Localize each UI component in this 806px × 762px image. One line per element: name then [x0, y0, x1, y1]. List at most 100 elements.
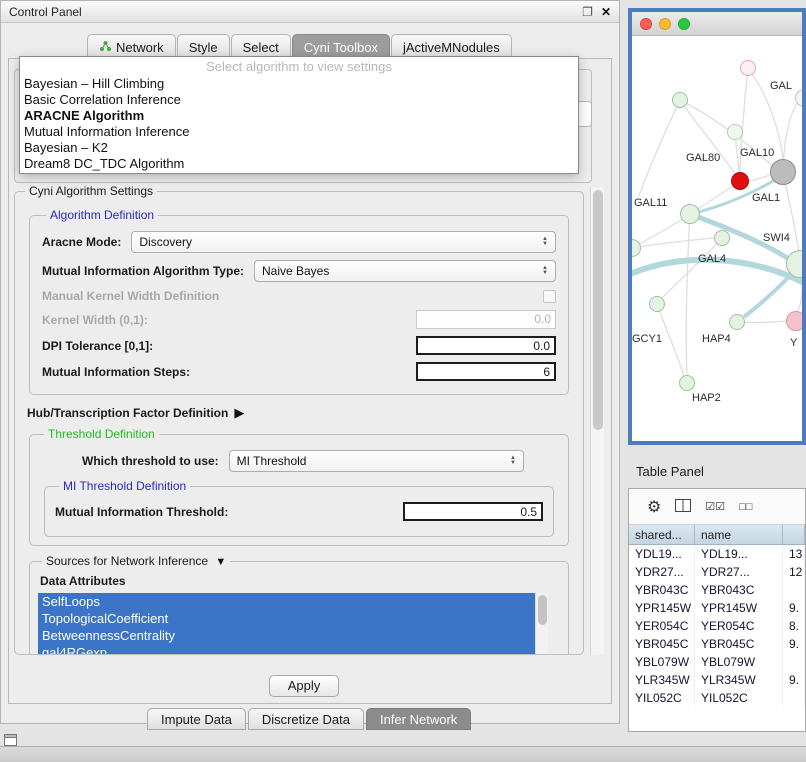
network-node[interactable]: [672, 92, 688, 108]
network-node-gal10[interactable]: [770, 159, 796, 185]
network-node[interactable]: [729, 314, 745, 330]
cell-shared: YBR045C: [629, 635, 695, 653]
node-label: GAL1: [752, 192, 780, 204]
column-header-shared[interactable]: shared...: [629, 525, 695, 544]
network-node[interactable]: [727, 124, 743, 140]
kernel-width-label: Kernel Width (0,1):: [42, 313, 148, 327]
float-window-icon[interactable]: ❐: [582, 5, 593, 19]
stepper-arrows-icon: ▲▼: [536, 237, 548, 247]
list-scrollbar-thumb[interactable]: [538, 595, 547, 625]
cell-shared: YLR345W: [629, 671, 695, 689]
network-node[interactable]: [786, 311, 802, 331]
cell-name: YPR145W: [695, 599, 783, 617]
network-canvas[interactable]: GAL GAL80 GAL10 GAL11 GAL1 SWI4 GAL4 GCY…: [632, 36, 802, 441]
dropdown-item-mutual-information[interactable]: Mutual Information Inference: [20, 124, 578, 140]
mi-type-select[interactable]: Naive Bayes ▲▼: [254, 260, 556, 282]
settings-scrollbar-thumb[interactable]: [593, 190, 603, 430]
table-body: YDL19... YDL19... 13 YDR27... YDR27... 1…: [629, 545, 805, 707]
dropdown-item-dream8[interactable]: Dream8 DC_TDC Algorithm: [20, 156, 578, 172]
network-node-selected-red[interactable]: [731, 172, 749, 190]
table-row[interactable]: YDR27... YDR27... 12: [629, 563, 805, 581]
table-row[interactable]: YDL19... YDL19... 13: [629, 545, 805, 563]
dropdown-item-basic-correlation[interactable]: Basic Correlation Inference: [20, 92, 578, 108]
dropdown-placeholder: Select algorithm to view settings: [20, 59, 578, 76]
tab-cyni-toolbox-label: Cyni Toolbox: [304, 40, 378, 55]
network-window-titlebar[interactable]: [632, 12, 802, 36]
select-all-checkboxes-icon[interactable]: ☑☑: [705, 500, 725, 513]
network-node[interactable]: [649, 296, 665, 312]
table-row[interactable]: YER054C YER054C 8.: [629, 617, 805, 635]
tab-discretize-data[interactable]: Discretize Data: [248, 708, 364, 730]
minimize-traffic-light-icon[interactable]: [659, 18, 671, 30]
tab-select-label: Select: [243, 40, 279, 55]
aracne-mode-select[interactable]: Discovery ▲▼: [131, 231, 556, 253]
list-item-selfloops[interactable]: SelfLoops: [38, 593, 535, 610]
zoom-traffic-light-icon[interactable]: [678, 18, 690, 30]
aracne-mode-value: Discovery: [139, 235, 192, 249]
table-row[interactable]: YBR045C YBR045C 9.: [629, 635, 805, 653]
bottom-tabbar: Impute Data Discretize Data Infer Networ…: [147, 708, 471, 730]
network-node[interactable]: [740, 60, 756, 76]
control-panel-window: Control Panel ❐ ✕ Network: [0, 0, 620, 724]
dropdown-item-bayesian-hill-climbing[interactable]: Bayesian – Hill Climbing: [20, 76, 578, 92]
column-browser-icon[interactable]: [675, 499, 691, 515]
dropdown-item-aracne[interactable]: ARACNE Algorithm: [20, 108, 578, 124]
column-header-extra[interactable]: [783, 525, 805, 544]
apply-button[interactable]: Apply: [269, 675, 339, 697]
cell-name: YDL19...: [695, 545, 783, 563]
kernel-width-row: Kernel Width (0,1): 0.0: [42, 310, 556, 329]
network-node[interactable]: [714, 230, 730, 246]
cell-shared: YIL052C: [629, 689, 695, 707]
desktop: Control Panel ❐ ✕ Network: [0, 0, 806, 762]
kernel-width-field[interactable]: 0.0: [416, 310, 556, 329]
which-threshold-select[interactable]: MI Threshold ▲▼: [229, 450, 524, 472]
list-scrollbar[interactable]: [535, 593, 548, 655]
sources-title-row[interactable]: Sources for Network Inference ▼: [42, 554, 230, 568]
tab-infer-network[interactable]: Infer Network: [366, 708, 471, 730]
cell-name: YER054C: [695, 617, 783, 635]
cell-extra: 9.: [783, 599, 805, 617]
dropdown-item-bayesian-k2[interactable]: Bayesian – K2: [20, 140, 578, 156]
tab-jactivemnodules-label: jActiveMNodules: [403, 40, 500, 55]
table-row[interactable]: YLR345W YLR345W 9.: [629, 671, 805, 689]
table-row[interactable]: YPR145W YPR145W 9.: [629, 599, 805, 617]
mi-steps-field[interactable]: 6: [416, 362, 556, 381]
mi-steps-label: Mutual Information Steps:: [42, 365, 190, 379]
cell-extra: 13: [783, 545, 805, 563]
list-item-topologicalcoefficient[interactable]: TopologicalCoefficient: [38, 610, 535, 627]
mi-threshold-field[interactable]: 0.5: [403, 502, 543, 521]
cyni-algorithm-settings-group: Cyni Algorithm Settings Algorithm Defini…: [14, 184, 584, 655]
expand-right-icon: ▶: [234, 405, 244, 421]
gear-icon[interactable]: ⚙: [647, 497, 661, 517]
column-header-name[interactable]: name: [695, 525, 783, 544]
manual-kernel-checkbox[interactable]: [543, 290, 556, 303]
tab-impute-data[interactable]: Impute Data: [147, 708, 246, 730]
cell-shared: YDL19...: [629, 545, 695, 563]
network-node[interactable]: [679, 375, 695, 391]
close-traffic-light-icon[interactable]: [640, 18, 652, 30]
node-label: GCY1: [632, 333, 662, 345]
cell-extra: 9.: [783, 671, 805, 689]
network-node[interactable]: [680, 204, 700, 224]
manual-kernel-label: Manual Kernel Width Definition: [42, 289, 219, 303]
mi-threshold-group: MI Threshold Definition Mutual Informati…: [44, 479, 554, 537]
table-row[interactable]: YBL079W YBL079W: [629, 653, 805, 671]
cell-extra: 9.: [783, 635, 805, 653]
table-panel-title: Table Panel: [636, 464, 704, 479]
list-item-gal4rgexp[interactable]: gal4RGexp: [38, 644, 535, 655]
list-item-betweennesscentrality[interactable]: BetweennessCentrality: [38, 627, 535, 644]
close-icon[interactable]: ✕: [601, 5, 611, 19]
cell-extra: 12: [783, 563, 805, 581]
deselect-all-checkboxes-icon[interactable]: □□: [739, 501, 752, 513]
cell-name: YBL079W: [695, 653, 783, 671]
stepper-arrows-icon: ▲▼: [536, 266, 548, 276]
hub-definition-toggle[interactable]: Hub/Transcription Factor Definition ▶: [27, 405, 573, 421]
dpi-tolerance-field[interactable]: 0.0: [416, 336, 556, 355]
tab-network-label: Network: [116, 40, 164, 55]
settings-scrollbar[interactable]: [590, 187, 604, 655]
table-row[interactable]: YBR043C YBR043C: [629, 581, 805, 599]
mi-steps-row: Mutual Information Steps: 6: [42, 362, 556, 381]
table-row[interactable]: YIL052C YIL052C: [629, 689, 805, 707]
node-label: GAL11: [634, 197, 667, 209]
control-panel-titlebar: Control Panel ❐ ✕: [1, 1, 619, 23]
